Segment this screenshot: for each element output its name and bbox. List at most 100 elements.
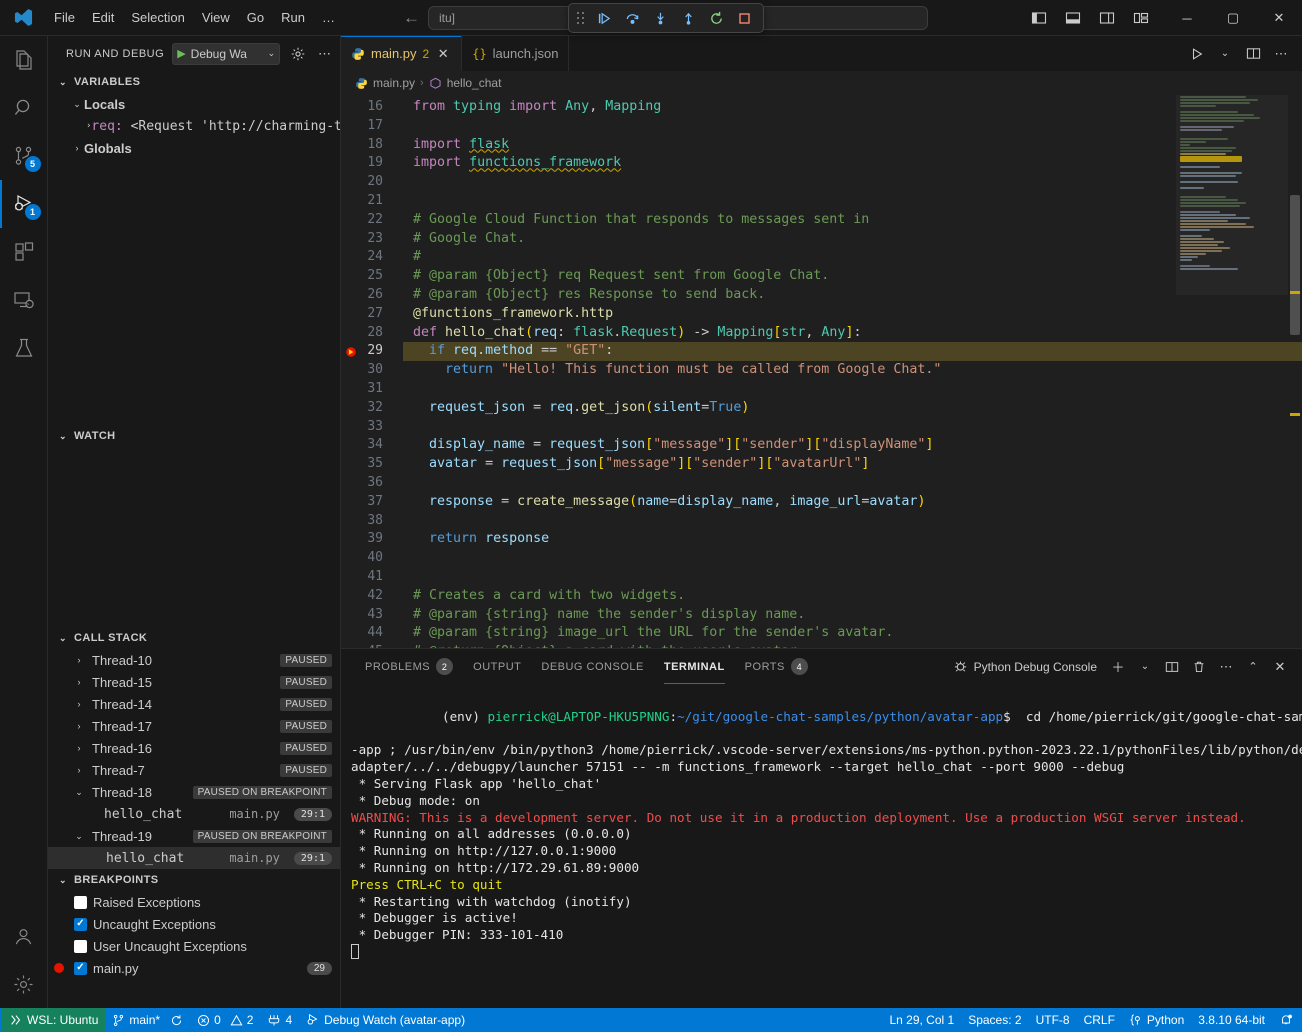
activitybar-item-extensions[interactable] (0, 228, 48, 276)
menu-run[interactable]: Run (273, 7, 313, 28)
layout-sidebar-right-icon[interactable] (1092, 5, 1122, 31)
callstack-thread[interactable]: › Thread-16 PAUSED (48, 737, 340, 759)
breakpoint-raised-exceptions[interactable]: Raised Exceptions (48, 891, 340, 913)
status-language-mode[interactable]: Python (1122, 1008, 1191, 1032)
status-problems[interactable]: 0 2 (190, 1008, 260, 1032)
panel-tab-ports[interactable]: PORTS 4 (735, 649, 818, 684)
variables-group-locals[interactable]: ⌄ Locals (48, 93, 340, 115)
restart-button[interactable] (703, 6, 729, 30)
terminal-output[interactable]: (env) pierrick@LAPTOP-HKU5PNNG:~/git/goo… (341, 684, 1302, 1008)
step-over-button[interactable] (619, 6, 645, 30)
checkbox[interactable] (74, 896, 87, 909)
stop-button[interactable] (731, 6, 757, 30)
menu-file[interactable]: File (46, 7, 83, 28)
step-into-button[interactable] (647, 6, 673, 30)
debug-configuration-select[interactable]: ▶ Debug Wa ⌄ (172, 43, 280, 65)
menu-edit[interactable]: Edit (84, 7, 122, 28)
menu-selection[interactable]: Selection (123, 7, 192, 28)
editor-more-actions-button[interactable]: ⋯ (1268, 41, 1294, 67)
callstack-thread[interactable]: ⌄ Thread-18 PAUSED ON BREAKPOINT (48, 781, 340, 803)
split-editor-button[interactable] (1240, 41, 1266, 67)
sidebar-more-actions-button[interactable]: ⋯ (315, 43, 334, 65)
close-icon[interactable]: ✕ (435, 46, 451, 62)
breadcrumb-file[interactable]: main.py (373, 76, 415, 90)
status-indentation[interactable]: Spaces: 2 (961, 1008, 1028, 1032)
step-out-button[interactable] (675, 6, 701, 30)
status-cursor-position[interactable]: Ln 29, Col 1 (882, 1008, 961, 1032)
close-panel-button[interactable]: ✕ (1268, 655, 1292, 679)
tab-launch-json[interactable]: {} launch.json (462, 36, 569, 71)
activitybar-item-run-and-debug[interactable]: 1 (0, 180, 48, 228)
activitybar-item-remote-explorer[interactable]: >_ (0, 276, 48, 324)
terminal-dropdown-button[interactable]: ⌄ (1133, 655, 1157, 679)
status-branch[interactable]: main* (105, 1008, 190, 1032)
callstack-thread[interactable]: › Thread-17 PAUSED (48, 715, 340, 737)
status-python-interpreter[interactable]: 3.8.10 64-bit (1191, 1008, 1272, 1032)
new-terminal-button[interactable]: ＋ (1106, 655, 1130, 679)
arrow-left-icon[interactable]: ← (403, 9, 420, 26)
variables-group-globals[interactable]: › Globals (48, 137, 340, 159)
activitybar-item-search[interactable] (0, 84, 48, 132)
checkbox[interactable] (74, 940, 87, 953)
panel-more-actions-button[interactable]: ⋯ (1214, 655, 1238, 679)
panel-tab-output[interactable]: OUTPUT (463, 649, 531, 684)
callstack-frame-selected[interactable]: hello_chat main.py 29:1 (48, 847, 340, 869)
activitybar-item-source-control[interactable]: 5 (0, 132, 48, 180)
callstack-thread[interactable]: › Thread-10 PAUSED (48, 649, 340, 671)
close-button[interactable]: ✕ (1256, 0, 1302, 36)
checkbox[interactable] (74, 962, 87, 975)
status-debug-session[interactable]: Debug Watch (avatar-app) (299, 1008, 472, 1032)
kill-terminal-button[interactable] (1187, 655, 1211, 679)
sync-icon[interactable] (170, 1014, 183, 1027)
status-remote-indicator[interactable]: WSL: Ubuntu (2, 1008, 105, 1032)
minimize-button[interactable]: ─ (1164, 0, 1210, 36)
panel-tab-problems[interactable]: PROBLEMS 2 (355, 649, 463, 684)
run-options-chevron-icon[interactable]: ⌄ (1212, 41, 1238, 67)
variables-pane-header[interactable]: ⌄ VARIABLES (48, 71, 340, 93)
status-ports[interactable]: 4 (260, 1008, 299, 1032)
maximize-button[interactable]: ▢ (1210, 0, 1256, 36)
activitybar-item-explorer[interactable] (0, 36, 48, 84)
callstack-pane-header[interactable]: ⌄ CALL STACK (48, 627, 340, 649)
drag-grip-icon[interactable] (575, 9, 587, 27)
maximize-panel-button[interactable]: ⌃ (1241, 655, 1265, 679)
layout-panel-icon[interactable] (1058, 5, 1088, 31)
panel-tab-terminal[interactable]: TERMINAL (654, 649, 735, 684)
code-editor[interactable]: 16 17 18 19 20 21 22 23 24 25 26 27 28 (341, 95, 1302, 648)
layout-sidebar-left-icon[interactable] (1024, 5, 1054, 31)
debug-settings-button[interactable] (288, 43, 307, 65)
breakpoints-pane-header[interactable]: ⌄ BREAKPOINTS (48, 869, 340, 891)
callstack-thread[interactable]: › Thread-7 PAUSED (48, 759, 340, 781)
menu-view[interactable]: View (194, 7, 238, 28)
status-notifications[interactable] (1272, 1008, 1300, 1032)
continue-button[interactable] (591, 6, 617, 30)
panel-tab-debug-console[interactable]: DEBUG CONSOLE (531, 649, 653, 684)
menu-more[interactable]: … (314, 7, 343, 28)
status-encoding[interactable]: UTF-8 (1029, 1008, 1077, 1032)
breakpoint-main-py[interactable]: main.py 29 (48, 957, 340, 979)
code-lines[interactable]: from typing import Any, Mapping import f… (403, 95, 1302, 648)
breakpoint-uncaught-exceptions[interactable]: Uncaught Exceptions (48, 913, 340, 935)
layout-customize-icon[interactable] (1126, 5, 1156, 31)
callstack-frame[interactable]: hello_chat main.py 29:1 (48, 803, 340, 825)
callstack-thread[interactable]: › Thread-14 PAUSED (48, 693, 340, 715)
activitybar-item-testing[interactable] (0, 324, 48, 372)
watch-pane-header[interactable]: ⌄ WATCH (48, 425, 340, 447)
editor-scrollbar[interactable] (1288, 95, 1302, 648)
callstack-thread[interactable]: › Thread-15 PAUSED (48, 671, 340, 693)
chevron-down-icon[interactable]: ⌄ (268, 48, 276, 59)
scrollbar-thumb[interactable] (1290, 195, 1300, 335)
split-terminal-button[interactable] (1160, 655, 1184, 679)
menu-go[interactable]: Go (239, 7, 272, 28)
run-python-file-button[interactable] (1184, 41, 1210, 67)
checkbox[interactable] (74, 918, 87, 931)
active-terminal-name[interactable]: Python Debug Console (953, 659, 1097, 674)
activitybar-item-accounts[interactable] (0, 912, 48, 960)
status-eol[interactable]: CRLF (1077, 1008, 1122, 1032)
minimap[interactable] (1176, 95, 1288, 648)
activitybar-item-manage[interactable] (0, 960, 48, 1008)
play-icon[interactable]: ▶ (177, 47, 185, 60)
variable-req[interactable]: › req: <Request 'http://charming-tro… (48, 115, 340, 137)
breadcrumb-symbol[interactable]: hello_chat (447, 76, 502, 90)
tab-main-py[interactable]: main.py 2 ✕ (341, 36, 462, 71)
